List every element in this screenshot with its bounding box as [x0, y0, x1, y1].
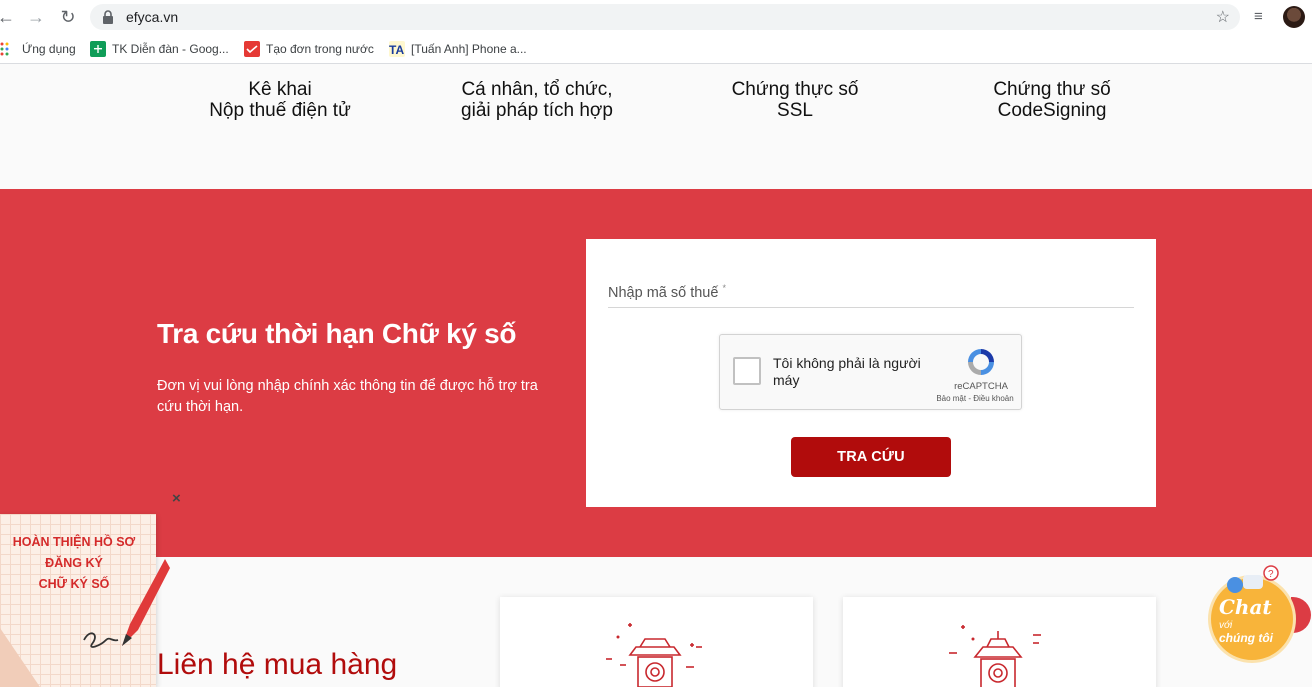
bookmark-star-icon[interactable]: ☆	[1216, 7, 1230, 27]
page-curl	[0, 628, 40, 687]
chat-label-us: chúng tôi	[1219, 631, 1273, 645]
speech-bubbles-icon: ?	[1227, 565, 1279, 593]
lookup-title: Tra cứu thời hạn Chữ ký số	[157, 318, 517, 349]
service-menu: Kê khai Nộp thuế điện tử Cá nhân, tổ chứ…	[0, 65, 1312, 189]
menu-item-personal[interactable]: Cá nhân, tổ chức, giải pháp tích hợp	[427, 79, 647, 121]
ta-logo-icon: TA	[389, 41, 405, 57]
clock-tower-icon	[949, 625, 1041, 687]
form-icon	[244, 41, 260, 57]
chat-widget[interactable]: ? Chat với chúng tôi	[1205, 565, 1312, 665]
lookup-section: Tra cứu thời hạn Chữ ký số Đơn vị vui lò…	[0, 189, 1312, 557]
svg-text:TA: TA	[389, 43, 404, 57]
recaptcha-links[interactable]: Bảo mật - Điều khoản	[930, 394, 1020, 403]
back-arrow-icon[interactable]: ←	[0, 5, 18, 29]
reading-list-icon[interactable]: ≡	[1254, 8, 1272, 26]
lookup-submit-button[interactable]: TRA CỨU	[791, 437, 951, 477]
recaptcha-brand: reCAPTCHA	[954, 381, 1008, 392]
lookup-form: Nhập mã số thuế * Tôi không phải là ngườ…	[586, 239, 1156, 507]
pen-signature-icon	[83, 559, 170, 648]
browser-toolbar: ← → ↻ efyca.vn ☆ ≡	[0, 0, 1312, 34]
promo-banner[interactable]: HOÀN THIỆN HỒ SƠ ĐĂNG KÝ CHỮ KÝ SỐ	[0, 514, 170, 687]
address-bar[interactable]: efyca.vn ☆	[90, 4, 1240, 30]
url-text: efyca.vn	[126, 9, 179, 25]
sheets-icon	[90, 41, 106, 57]
bookmark-tuan-anh[interactable]: TA [Tuấn Anh] Phone a...	[389, 41, 527, 57]
menu-item-codesigning[interactable]: Chứng thư số CodeSigning	[957, 79, 1147, 121]
bookmark-sheets[interactable]: TK Diễn đàn - Goog...	[90, 41, 229, 57]
recaptcha-label: Tôi không phải là người máy	[773, 355, 921, 388]
tax-code-underline	[608, 307, 1134, 308]
recaptcha-widget: Tôi không phải là người máy reCAPTCHA Bả…	[719, 334, 1022, 410]
bookmarks-bar: Ứng dụng TK Diễn đàn - Goog... Tạo đơn t…	[0, 34, 1312, 64]
bookmark-form[interactable]: Tạo đơn trong nước	[244, 41, 374, 57]
chat-help-badge: ?	[1268, 569, 1274, 580]
contact-card-2[interactable]	[843, 597, 1156, 687]
apps-grid-icon	[0, 41, 16, 57]
menu-item-tax[interactable]: Kê khai Nộp thuế điện tử	[180, 79, 380, 121]
tax-code-field[interactable]: Nhập mã số thuế *	[608, 283, 726, 301]
lock-icon	[102, 10, 114, 24]
chat-label-with: với	[1219, 620, 1233, 631]
pagoda-icon	[606, 623, 702, 687]
forward-arrow-icon[interactable]: →	[24, 5, 48, 29]
lookup-description: Đơn vị vui lòng nhập chính xác thông tin…	[157, 378, 538, 415]
bookmark-apps[interactable]: Ứng dụng	[0, 41, 76, 57]
reload-icon[interactable]: ↻	[56, 5, 80, 29]
promo-close-icon[interactable]: ×	[172, 490, 181, 507]
chat-label: Chat	[1219, 595, 1272, 619]
recaptcha-logo-icon	[964, 345, 998, 379]
recaptcha-checkbox[interactable]	[733, 357, 761, 385]
contact-card-1[interactable]	[500, 597, 813, 687]
menu-item-ssl[interactable]: Chứng thực số SSL	[700, 79, 890, 121]
profile-avatar[interactable]	[1283, 6, 1305, 28]
contact-title: Liên hệ mua hàng	[157, 648, 398, 681]
